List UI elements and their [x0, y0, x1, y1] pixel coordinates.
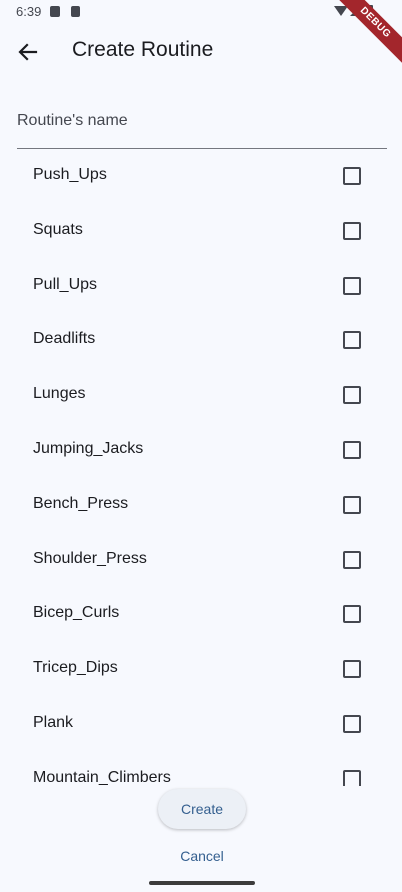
exercise-label: Mountain_Climbers	[33, 768, 171, 786]
home-indicator	[149, 881, 255, 885]
exercise-checkbox[interactable]	[343, 276, 361, 295]
exercise-label: Deadlifts	[33, 330, 96, 348]
back-button[interactable]	[8, 28, 48, 76]
exercise-label: Tricep_Dips	[33, 659, 118, 677]
exercise-label: Bicep_Curls	[33, 604, 120, 622]
exercise-checkbox[interactable]	[343, 550, 361, 569]
routine-name-field[interactable]	[17, 98, 387, 149]
exercise-checkbox[interactable]	[343, 660, 361, 679]
exercise-row[interactable]: Tricep_Dips	[17, 641, 387, 696]
cancel-button[interactable]: Cancel	[166, 840, 238, 872]
exercise-row[interactable]: Jumping_Jacks	[17, 422, 387, 477]
exercise-row[interactable]: Push_Ups	[17, 148, 387, 203]
create-button[interactable]: Create	[158, 789, 246, 829]
exercise-row[interactable]: Lunges	[17, 367, 387, 422]
exercise-row[interactable]: Shoulder_Press	[17, 532, 387, 587]
exercise-checkbox[interactable]	[343, 769, 361, 786]
exercise-checkbox[interactable]	[343, 331, 361, 350]
sd-card-icon	[71, 6, 80, 17]
arrow-back-icon	[18, 43, 38, 61]
routine-name-input[interactable]	[17, 108, 387, 134]
page-title: Create Routine	[72, 38, 214, 61]
status-bar: 6:39	[0, 0, 402, 24]
app-bar: Create Routine	[0, 24, 402, 80]
exercise-row[interactable]: Squats	[17, 203, 387, 258]
exercise-checkbox[interactable]	[343, 386, 361, 405]
exercise-row[interactable]: Pull_Ups	[17, 258, 387, 313]
exercise-row[interactable]: Bench_Press	[17, 477, 387, 532]
notification-a-icon	[50, 6, 60, 17]
exercise-checkbox[interactable]	[343, 440, 361, 459]
exercise-label: Jumping_Jacks	[33, 439, 144, 457]
exercise-label: Push_Ups	[33, 166, 107, 183]
exercise-label: Lunges	[33, 385, 86, 403]
exercise-checkbox[interactable]	[343, 714, 361, 733]
exercise-label: Plank	[33, 713, 74, 731]
status-time: 6:39	[16, 4, 42, 19]
exercise-checkbox[interactable]	[343, 221, 361, 240]
exercise-row[interactable]: Bicep_Curls	[17, 586, 387, 641]
exercise-label: Squats	[33, 220, 83, 238]
exercise-label: Pull_Ups	[33, 275, 98, 293]
exercise-checkbox[interactable]	[343, 605, 361, 624]
exercise-label: Bench_Press	[33, 494, 129, 512]
exercise-checkbox[interactable]	[343, 495, 361, 514]
exercise-row[interactable]: Deadlifts	[17, 312, 387, 367]
exercise-row[interactable]: Mountain_Climbers	[17, 751, 387, 786]
exercise-label: Shoulder_Press	[33, 549, 147, 567]
exercise-row[interactable]: Plank	[17, 696, 387, 751]
exercise-checkbox[interactable]	[343, 167, 361, 185]
exercise-list[interactable]: Push_Ups Squats Pull_Ups Deadlifts Lunges Jum…	[17, 148, 387, 786]
